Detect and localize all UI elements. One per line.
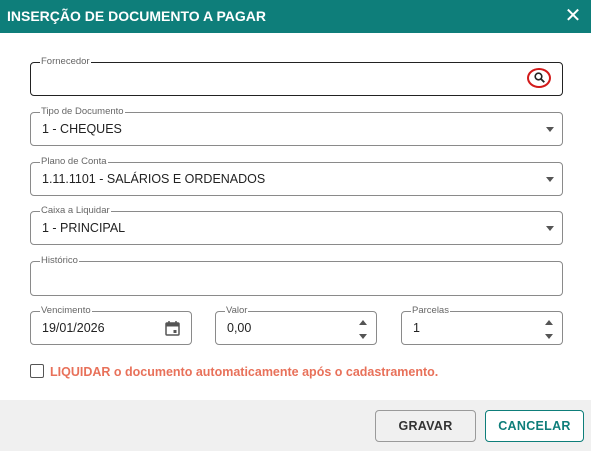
plano-conta-value: 1.11.1101 - SALÁRIOS E ORDENADOS (42, 172, 266, 186)
valor-value: 0,00 (227, 321, 252, 335)
caixa-liquidar-label: Caixa a Liquidar (40, 205, 111, 217)
dialog-title: INSERÇÃO DE DOCUMENTO A PAGAR (7, 8, 267, 24)
parcelas-label: Parcelas (411, 305, 450, 317)
vencimento-field[interactable]: Vencimento 19/01/2026 (30, 305, 192, 345)
fornecedor-label: Fornecedor (40, 56, 91, 68)
increment-icon[interactable] (359, 320, 367, 325)
parcelas-field[interactable]: Parcelas 1 (401, 305, 563, 345)
liquidar-checkbox-label[interactable]: LIQUIDAR o documento automaticamente apó… (50, 365, 438, 379)
chevron-down-icon[interactable] (546, 177, 554, 182)
decrement-icon[interactable] (545, 334, 553, 339)
liquidar-checkbox[interactable] (30, 364, 44, 378)
tipo-documento-value: 1 - CHEQUES (42, 122, 122, 136)
decrement-icon[interactable] (359, 334, 367, 339)
close-icon[interactable]: ✕ (563, 6, 583, 26)
valor-field[interactable]: Valor 0,00 (215, 305, 377, 345)
plano-conta-select[interactable]: Plano de Conta 1.11.1101 - SALÁRIOS E OR… (30, 156, 563, 196)
gravar-button[interactable]: GRAVAR (375, 410, 476, 442)
plano-conta-label: Plano de Conta (40, 156, 108, 168)
vencimento-label: Vencimento (40, 305, 92, 317)
fornecedor-field[interactable]: Fornecedor (30, 56, 563, 96)
tipo-documento-select[interactable]: Tipo de Documento 1 - CHEQUES (30, 106, 563, 146)
search-button[interactable] (527, 68, 551, 88)
caixa-liquidar-value: 1 - PRINCIPAL (42, 221, 126, 235)
increment-icon[interactable] (545, 320, 553, 325)
valor-label: Valor (225, 305, 249, 317)
calendar-icon[interactable] (165, 320, 180, 336)
chevron-down-icon[interactable] (546, 127, 554, 132)
parcelas-value: 1 (413, 321, 420, 335)
search-icon (534, 72, 545, 83)
historico-label: Histórico (40, 255, 79, 267)
dialog-header: INSERÇÃO DE DOCUMENTO A PAGAR ✕ (0, 0, 591, 33)
dialog-footer: GRAVAR CANCELAR (0, 400, 591, 451)
caixa-liquidar-select[interactable]: Caixa a Liquidar 1 - PRINCIPAL (30, 205, 563, 245)
tipo-documento-label: Tipo de Documento (40, 106, 125, 118)
historico-field[interactable]: Histórico (30, 255, 563, 296)
chevron-down-icon[interactable] (546, 226, 554, 231)
cancelar-button[interactable]: CANCELAR (485, 410, 584, 442)
vencimento-value: 19/01/2026 (42, 321, 105, 335)
